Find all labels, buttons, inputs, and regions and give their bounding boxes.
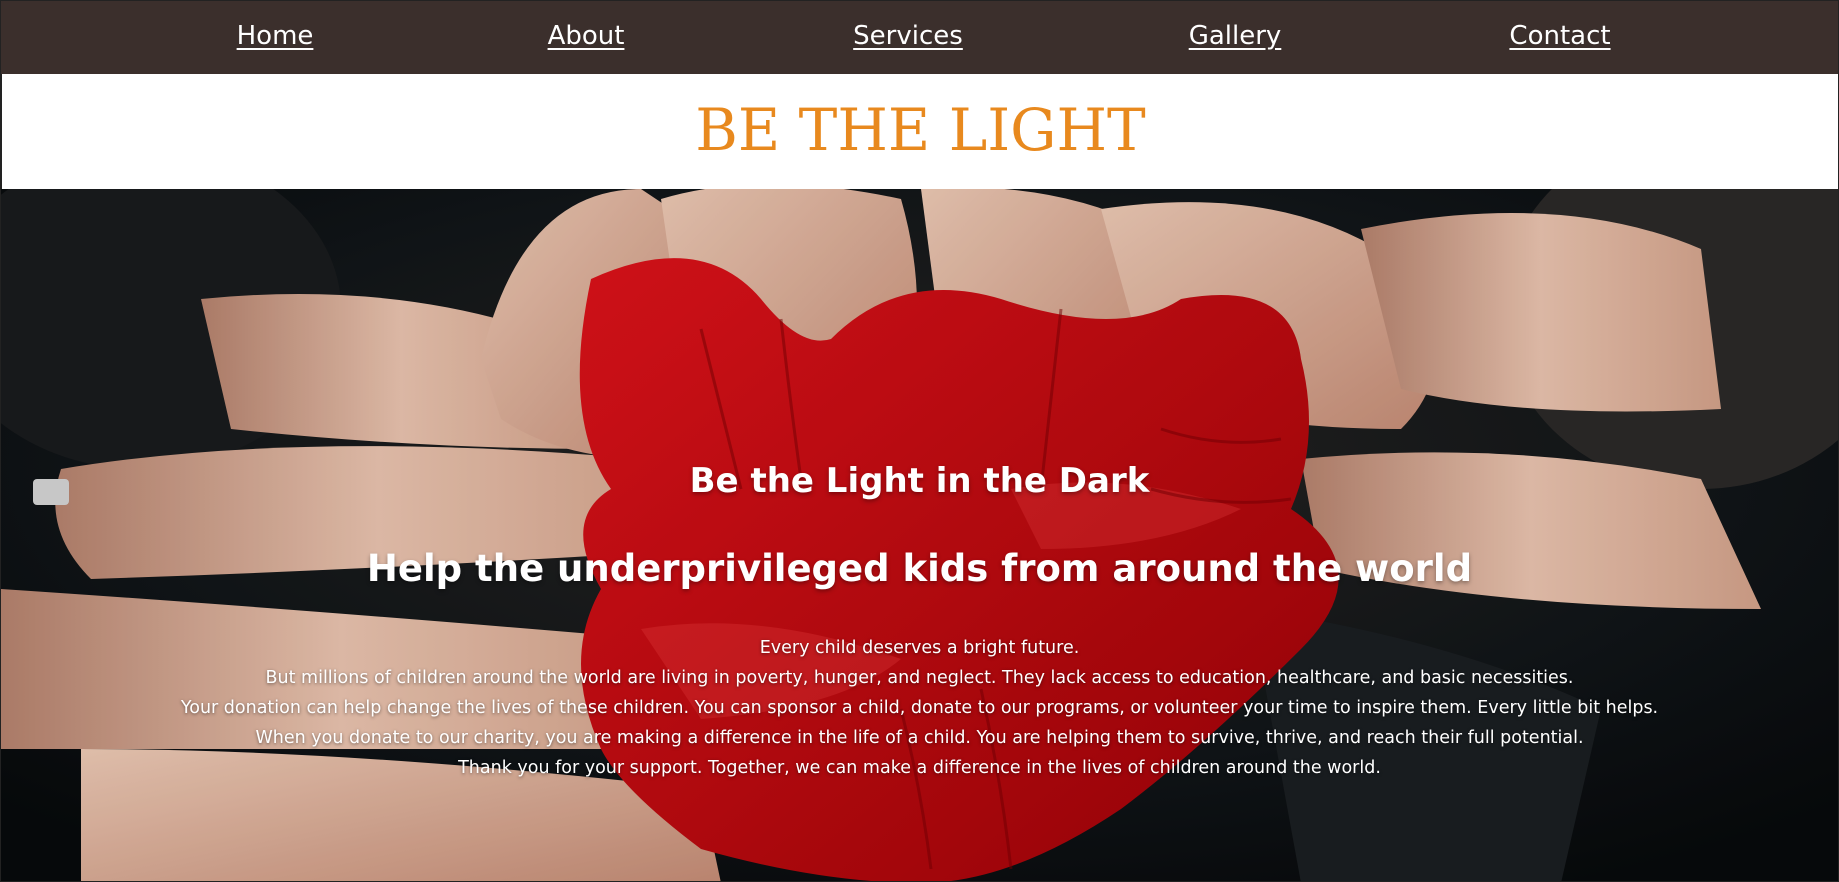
hero-paragraph-line: Your donation can help change the lives … xyxy=(180,698,1659,718)
hero-subheading: Help the underprivileged kids from aroun… xyxy=(366,547,1473,590)
nav-link-services[interactable]: Services xyxy=(853,21,963,51)
hero-section: Be the Light in the Dark Help the underp… xyxy=(1,189,1838,881)
hero-heading: Be the Light in the Dark xyxy=(689,461,1150,501)
top-nav: Home About Services Gallery Contact xyxy=(1,1,1838,74)
hero-overlay xyxy=(1,189,1838,881)
page: Home About Services Gallery Contact BE T… xyxy=(0,0,1839,882)
hero-paragraph-line: But millions of children around the worl… xyxy=(265,668,1574,688)
nav-link-home[interactable]: Home xyxy=(237,21,314,51)
hero-paragraph-line: Thank you for your support. Together, we… xyxy=(458,758,1381,778)
nav-link-about[interactable]: About xyxy=(548,21,625,51)
hero-paragraph-line: Every child deserves a bright future. xyxy=(759,638,1080,658)
site-title: BE THE LIGHT xyxy=(695,96,1146,164)
title-banner: BE THE LIGHT xyxy=(1,74,1838,189)
nav-link-gallery[interactable]: Gallery xyxy=(1189,21,1282,51)
hero-paragraph-line: When you donate to our charity, you are … xyxy=(255,728,1584,748)
nav-link-contact[interactable]: Contact xyxy=(1509,21,1610,51)
